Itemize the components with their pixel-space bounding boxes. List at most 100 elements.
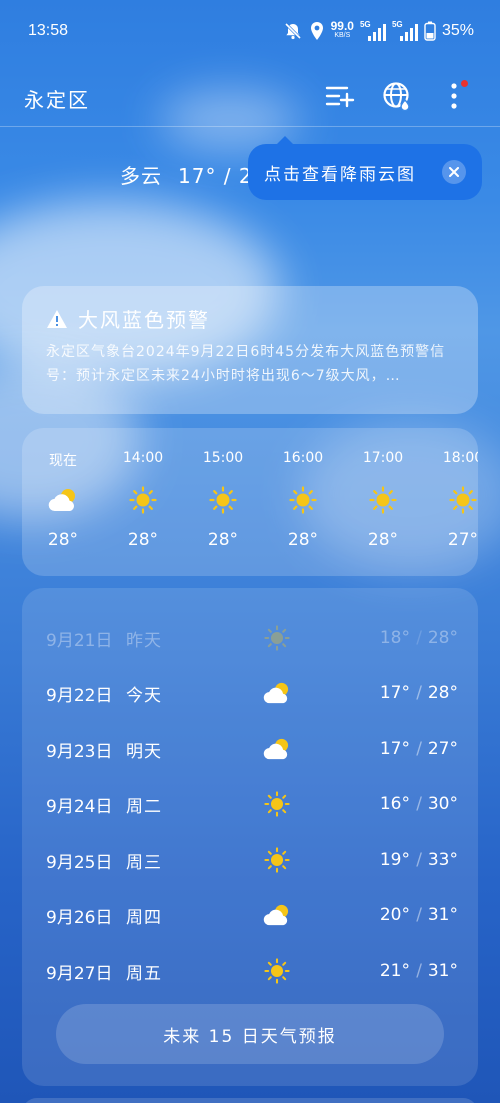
status-time: 13:58 (28, 22, 69, 39)
partly-cloudy-icon (254, 903, 300, 927)
location-pin-icon (309, 20, 325, 42)
day-high-temp: 33° (427, 850, 458, 870)
hourly-item: 现在 28° (23, 450, 103, 550)
hourly-item: 17:00 28° (343, 450, 423, 550)
network-speed-unit: KB/S (334, 32, 351, 39)
alert-body: 永定区气象台2024年9月22日6时45分发布大风蓝色预警信号：预计永定区未来2… (46, 344, 446, 384)
day-low-temp: 17° (379, 683, 410, 703)
sun-icon (129, 470, 157, 530)
hourly-item: 16:00 28° (263, 450, 343, 550)
warning-icon (47, 309, 67, 328)
app-header: 永定区 (0, 64, 500, 128)
hour-temp: 28° (127, 530, 159, 550)
partly-cloudy-icon (254, 737, 300, 761)
alert-title: 大风蓝色预警 (78, 308, 210, 332)
daily-row[interactable]: 9月25日 周三 19° / 33° (46, 832, 458, 888)
header-divider (0, 126, 500, 127)
temp-separator: / (416, 628, 422, 648)
hourly-item: 15:00 28° (183, 450, 263, 550)
hour-time: 14:00 (122, 450, 164, 466)
rain-radar-tooltip[interactable]: 点击查看降雨云图 (248, 136, 482, 200)
current-condition: 多云 (120, 164, 162, 188)
hourly-item: 18:00 27° (423, 450, 478, 550)
temp-separator: / (416, 794, 422, 814)
daily-row[interactable]: 9月22日 今天 17° / 28° (46, 665, 458, 721)
sun-icon (209, 470, 237, 530)
weather-alert-card[interactable]: 大风蓝色预警 永定区气象台2024年9月22日6时45分发布大风蓝色预警信号：预… (22, 286, 478, 414)
signal-bars-icon (399, 24, 418, 41)
network-speed-value: 99.0 (330, 19, 354, 33)
daily-row[interactable]: 9月27日 周五 21° / 31° (46, 943, 458, 999)
daily-row[interactable]: 9月26日 周四 20° / 31° (46, 887, 458, 943)
hourly-forecast-card[interactable]: 现在 28° 14:00 28° 15:00 28° 16:00 28° 17:… (22, 428, 478, 576)
day-high-temp: 28° (427, 683, 458, 703)
fifteen-day-forecast-button[interactable]: 未来 15 日天气预报 (56, 1004, 444, 1064)
globe-rain-icon (383, 82, 410, 111)
mute-bell-icon (283, 20, 303, 42)
temp-separator: / (416, 961, 422, 981)
battery-icon (424, 20, 436, 42)
hour-temp: 28° (47, 530, 79, 550)
day-weekday: 明天 (126, 741, 162, 762)
hour-temp: 28° (207, 530, 239, 550)
tooltip-arrow (276, 136, 294, 145)
battery-percent: 35% (441, 22, 474, 39)
day-weekday: 周三 (126, 852, 162, 873)
day-high-temp: 28° (427, 628, 458, 648)
day-date: 9月24日 (46, 796, 113, 817)
sim1-signal: 5G (360, 20, 386, 42)
signal-bars-icon (367, 24, 386, 41)
day-date: 9月22日 (46, 685, 113, 706)
hour-time: 17:00 (362, 450, 404, 466)
day-high-temp: 27° (427, 739, 458, 759)
add-city-button[interactable] (322, 78, 358, 114)
sun-icon (449, 470, 477, 530)
temp-separator: / (416, 683, 422, 703)
tooltip-text: 点击查看降雨云图 (264, 164, 416, 185)
close-icon (449, 167, 459, 177)
day-date: 9月25日 (46, 852, 113, 873)
hourly-item: 14:00 28° (103, 450, 183, 550)
day-low-temp: 20° (379, 905, 410, 925)
sim2-signal: 5G (392, 20, 418, 42)
next-card-peek (22, 1098, 478, 1103)
day-date: 9月26日 (46, 907, 113, 928)
day-high-temp: 31° (427, 961, 458, 981)
sun-icon (254, 958, 300, 984)
day-weekday: 周四 (126, 907, 162, 928)
day-weekday: 周二 (126, 796, 162, 817)
day-low-temp: 21° (379, 961, 410, 981)
sun-icon (289, 470, 317, 530)
day-high-temp: 31° (427, 905, 458, 925)
city-title[interactable]: 永定区 (24, 84, 90, 113)
more-menu-button[interactable] (436, 78, 472, 114)
day-low-temp: 16° (379, 794, 410, 814)
day-low-temp: 19° (379, 850, 410, 870)
temp-separator: / (416, 739, 422, 759)
day-low-temp: 17° (379, 739, 410, 759)
network-speed: 99.0 KB/S (330, 19, 354, 41)
hour-temp: 28° (287, 530, 319, 550)
sun-icon (369, 470, 397, 530)
sun-icon (254, 791, 300, 817)
day-weekday: 昨天 (126, 630, 162, 651)
day-date: 9月23日 (46, 741, 113, 762)
partly-cloudy-icon (254, 681, 300, 705)
tooltip-close-button[interactable] (442, 160, 466, 184)
daily-row-yesterday[interactable]: 9月21日 昨天 18° / 28° (46, 610, 458, 666)
global-weather-button[interactable] (379, 78, 415, 114)
more-vertical-icon (451, 83, 457, 109)
daily-row[interactable]: 9月23日 明天 17° / 27° (46, 721, 458, 777)
day-weekday: 周五 (126, 963, 162, 984)
day-high-temp: 30° (427, 794, 458, 814)
sun-icon (254, 847, 300, 873)
daily-row[interactable]: 9月24日 周二 16° / 30° (46, 776, 458, 832)
temp-separator: / (416, 850, 422, 870)
daily-forecast-card: 9月21日 昨天 18° / 28° 9月22日 今天 17° / 28° 9月… (22, 588, 478, 1086)
temp-separator: / (416, 905, 422, 925)
hour-temp: 28° (367, 530, 399, 550)
day-weekday: 今天 (126, 685, 162, 706)
current-temp-range: 17° / 2 (178, 164, 253, 188)
hour-time: 现在 (49, 453, 77, 469)
current-summary: 多云 17° / 2 (120, 160, 253, 189)
